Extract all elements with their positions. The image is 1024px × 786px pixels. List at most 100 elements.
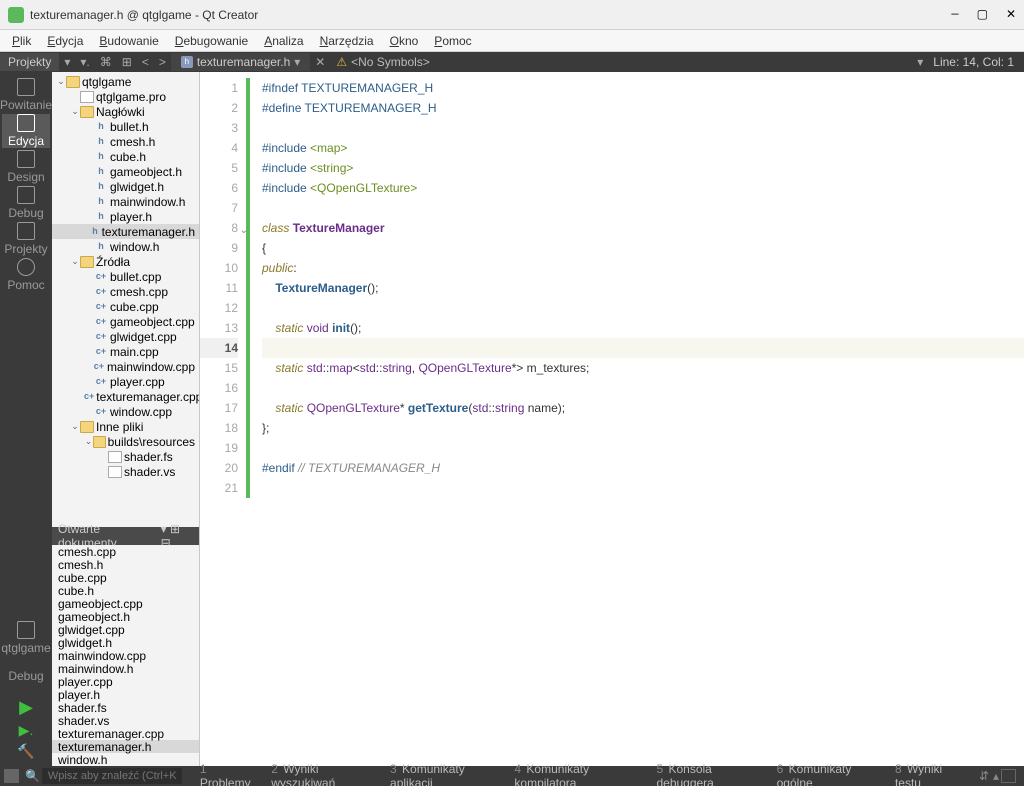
link-icon[interactable]: ⌘ [95,53,117,71]
mode-pomoc[interactable]: Pomoc [2,258,50,292]
mode-debug[interactable]: Debug [2,186,50,220]
menu-pomoc[interactable]: Pomoc [428,32,477,50]
tree-item[interactable]: c+bullet.cpp [52,269,199,284]
code-line[interactable]: static void init(); [262,318,1024,338]
open-doc-item[interactable]: shader.fs [52,701,199,714]
tree-twisty-icon[interactable]: ⌄ [70,106,80,117]
open-doc-item[interactable]: window.h [52,753,199,766]
open-doc-item[interactable]: gameobject.h [52,610,199,623]
line-number[interactable]: 9 [200,238,238,258]
tree-item[interactable]: c+cmesh.cpp [52,284,199,299]
tree-item[interactable]: hplayer.h [52,209,199,224]
tree-item[interactable]: shader.vs [52,464,199,479]
open-doc-item[interactable]: player.cpp [52,675,199,688]
line-number[interactable]: 19 [200,438,238,458]
code-line[interactable]: #include <QOpenGLTexture> [262,178,1024,198]
open-doc-item[interactable]: glwidget.h [52,636,199,649]
tree-item[interactable]: c+main.cpp [52,344,199,359]
close-tab-icon[interactable]: ✕ [310,53,330,71]
filter-icon[interactable]: ▾. [75,53,94,71]
menu-analiza[interactable]: Analiza [258,32,309,50]
line-number[interactable]: 7 [200,198,238,218]
code-line[interactable]: static std::map<std::string, QOpenGLText… [262,358,1024,378]
line-number[interactable]: 5 [200,158,238,178]
tree-item[interactable]: hcube.h [52,149,199,164]
dropdown-icon[interactable]: ▾ [59,53,75,71]
output-pane-8[interactable]: 8 Wyniki testu [889,762,971,786]
code-line[interactable] [262,118,1024,138]
line-number[interactable]: 2 [200,98,238,118]
line-col-indicator[interactable]: Line: 14, Col: 1 [923,53,1024,71]
output-pane-6[interactable]: 6 Komunikaty ogólne [771,762,887,786]
output-pane-1[interactable]: 1 Problemy [194,762,263,786]
code-line[interactable]: { [262,238,1024,258]
code-line[interactable]: TextureManager(); [262,278,1024,298]
tree-item[interactable]: htexturemanager.h [52,224,199,239]
toggle-left-sidebar[interactable] [4,769,19,783]
maximize-button[interactable]: ▢ [977,7,988,22]
line-number[interactable]: 16 [200,378,238,398]
tree-item[interactable]: c+mainwindow.cpp [52,359,199,374]
open-doc-item[interactable]: cube.h [52,584,199,597]
line-number[interactable]: 10 [200,258,238,278]
line-number[interactable]: 15 [200,358,238,378]
open-file-tab[interactable]: h texturemanager.h ▾ [171,53,310,71]
tree-twisty-icon[interactable]: ⌄ [70,256,80,267]
open-doc-item[interactable]: texturemanager.h [52,740,199,753]
build-config[interactable]: Debug [2,659,50,693]
menu-narzędzia[interactable]: Narzędzia [314,32,380,50]
open-documents-list[interactable]: cmesh.cppcmesh.hcube.cppcube.hgameobject… [52,545,199,766]
mode-powitanie[interactable]: Powitanie [2,78,50,112]
tree-item[interactable]: ⌄Źródła [52,254,199,269]
symbols-dropdown[interactable]: <No Symbols> [347,55,430,69]
line-number[interactable]: 18 [200,418,238,438]
open-documents-header[interactable]: Otwarte dokumenty ▾ ⊞ ⊟ [52,527,199,545]
tree-item[interactable]: hmainwindow.h [52,194,199,209]
line-number[interactable]: 20 [200,458,238,478]
nav-fwd-icon[interactable]: > [154,53,171,71]
run-button[interactable]: ▶ [19,697,33,718]
code-line[interactable] [262,478,1024,498]
output-pane-2[interactable]: 2 Wyniki wyszukiwań [265,762,382,786]
open-doc-item[interactable]: player.h [52,688,199,701]
code-editor[interactable]: 12345678⌄9101112131415161718192021 #ifnd… [200,72,1024,766]
tree-item[interactable]: c+window.cpp [52,404,199,419]
mode-design[interactable]: Design [2,150,50,184]
tree-twisty-icon[interactable]: ⌄ [70,421,80,432]
mode-edycja[interactable]: Edycja [2,114,50,148]
code-line[interactable] [262,378,1024,398]
line-number[interactable]: 8⌄ [200,218,238,238]
line-number[interactable]: 3 [200,118,238,138]
code-line[interactable] [262,198,1024,218]
code-line[interactable]: class TextureManager [262,218,1024,238]
open-doc-item[interactable]: shader.vs [52,714,199,727]
tree-item[interactable]: c+texturemanager.cpp [52,389,199,404]
open-doc-item[interactable]: gameobject.cpp [52,597,199,610]
toggle-right-sidebar[interactable] [1001,769,1016,783]
tree-item[interactable]: ⌄Inne pliki [52,419,199,434]
open-doc-item[interactable]: cube.cpp [52,571,199,584]
build-button[interactable]: 🔨 [17,743,34,760]
code-line[interactable]: #include <string> [262,158,1024,178]
menu-okno[interactable]: Okno [384,32,425,50]
code-line[interactable] [262,438,1024,458]
line-number[interactable]: 4 [200,138,238,158]
fold-icon[interactable]: ⌄ [240,221,248,241]
tree-item[interactable]: c+player.cpp [52,374,199,389]
minimize-button[interactable]: — [951,7,958,22]
add-split-icon[interactable]: ⊞ [117,53,137,71]
line-number[interactable]: 13 [200,318,238,338]
menu-edycja[interactable]: Edycja [41,32,89,50]
tree-item[interactable]: c+cube.cpp [52,299,199,314]
output-pane-4[interactable]: 4 Komunikaty kompilatora [508,762,648,786]
open-doc-item[interactable]: cmesh.cpp [52,545,199,558]
tree-item[interactable]: hgameobject.h [52,164,199,179]
code-line[interactable]: #ifndef TEXTUREMANAGER_H [262,78,1024,98]
line-number[interactable]: 17 [200,398,238,418]
open-doc-item[interactable]: cmesh.h [52,558,199,571]
code-line[interactable] [262,338,1024,358]
projects-pane-title[interactable]: Projekty [0,53,59,71]
tree-item[interactable]: ⌄builds\resources [52,434,199,449]
tree-item[interactable]: hbullet.h [52,119,199,134]
output-pane-3[interactable]: 3 Komunikaty aplikacji [384,762,506,786]
